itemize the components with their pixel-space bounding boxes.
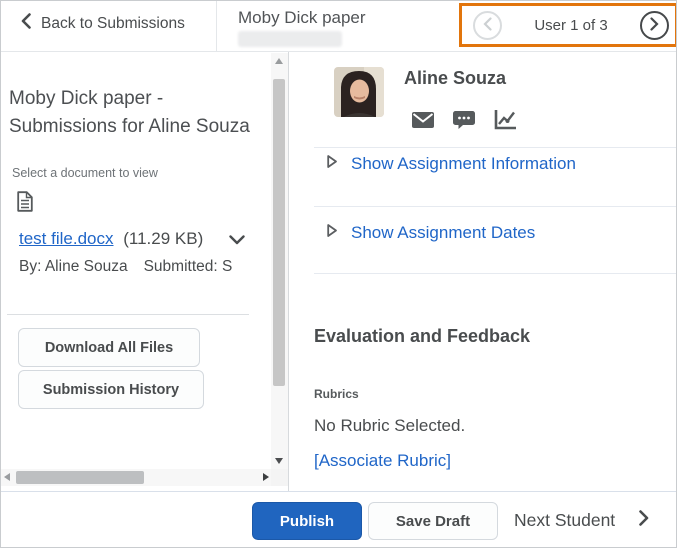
rubrics-label: Rubrics [314, 387, 359, 401]
show-assignment-dates-label: Show Assignment Dates [351, 223, 535, 243]
show-assignment-dates-toggle[interactable]: Show Assignment Dates [326, 223, 535, 243]
associate-rubric-link[interactable]: [Associate Rubric] [314, 451, 451, 471]
scroll-down-arrow[interactable] [275, 458, 283, 464]
vertical-scrollbar[interactable] [271, 53, 288, 469]
submitted-date: Submitted: S [144, 258, 233, 275]
horizontal-scrollbar[interactable] [1, 469, 272, 486]
rubric-status-text: No Rubric Selected. [314, 416, 465, 436]
submissions-panel: Moby Dick paper - Submissions for Aline … [1, 52, 289, 491]
header-divider [216, 1, 217, 52]
student-name: Aline Souza [404, 68, 506, 89]
caret-right-icon [326, 154, 338, 174]
chat-icon [453, 118, 475, 133]
email-icon [412, 116, 434, 131]
file-options-toggle[interactable] [229, 233, 245, 248]
show-assignment-information-toggle[interactable]: Show Assignment Information [326, 154, 576, 174]
select-document-hint: Select a document to view [12, 166, 158, 180]
chevron-left-circle-icon [483, 17, 492, 34]
chevron-left-icon [21, 13, 31, 34]
redacted-course-text [238, 31, 342, 47]
instant-message-button[interactable] [451, 108, 477, 135]
chevron-down-icon [229, 233, 245, 248]
submissions-heading: Moby Dick paper - Submissions for Aline … [9, 85, 261, 141]
download-all-files-button[interactable]: Download All Files [18, 328, 200, 367]
user-progress-button[interactable] [492, 108, 518, 135]
submission-history-button[interactable]: Submission History [18, 370, 204, 409]
evaluation-heading: Evaluation and Feedback [314, 326, 530, 347]
top-bar: Back to Submissions Moby Dick paper User… [1, 1, 677, 52]
panel-divider [7, 314, 249, 315]
next-student-button[interactable]: Next Student [514, 492, 649, 548]
caret-right-icon [326, 223, 338, 243]
user-pager-label: User 1 of 3 [502, 17, 640, 34]
page-title: Moby Dick paper [238, 8, 366, 28]
previous-user-button[interactable] [473, 11, 502, 40]
save-draft-button[interactable]: Save Draft [368, 502, 498, 540]
scroll-up-arrow[interactable] [275, 58, 283, 64]
section-divider [314, 206, 677, 207]
line-chart-icon [494, 118, 516, 133]
vertical-scrollbar-thumb[interactable] [273, 79, 285, 386]
back-label: Back to Submissions [41, 15, 185, 33]
student-contact-actions [410, 108, 518, 135]
section-divider [314, 273, 677, 274]
next-student-label: Next Student [514, 510, 615, 531]
submission-byline: By: Aline Souza Submitted: S [19, 258, 270, 276]
file-link[interactable]: test file.docx [19, 229, 114, 248]
file-size: (11.29 KB) [123, 229, 203, 248]
submitted-by: By: Aline Souza [19, 258, 128, 275]
next-user-button[interactable] [640, 11, 669, 40]
chevron-right-icon [639, 510, 649, 531]
horizontal-scrollbar-thumb[interactable] [16, 471, 144, 484]
scrollbar-corner [271, 469, 288, 486]
publish-button[interactable]: Publish [252, 502, 362, 540]
assignment-grader-window: Back to Submissions Moby Dick paper User… [0, 0, 677, 548]
scroll-right-arrow[interactable] [263, 473, 269, 481]
user-pager-highlight-box: User 1 of 3 [459, 3, 677, 47]
back-to-submissions-link[interactable]: Back to Submissions [21, 13, 185, 34]
student-avatar [334, 67, 384, 117]
section-divider [314, 147, 677, 148]
scroll-left-arrow[interactable] [4, 473, 10, 481]
email-button[interactable] [410, 108, 436, 135]
show-assignment-information-label: Show Assignment Information [351, 154, 576, 174]
action-bar: Publish Save Draft Next Student [1, 491, 677, 548]
document-icon [17, 191, 33, 217]
chevron-right-circle-icon [650, 17, 659, 34]
evaluation-panel: Aline Souza Show As [289, 52, 677, 491]
